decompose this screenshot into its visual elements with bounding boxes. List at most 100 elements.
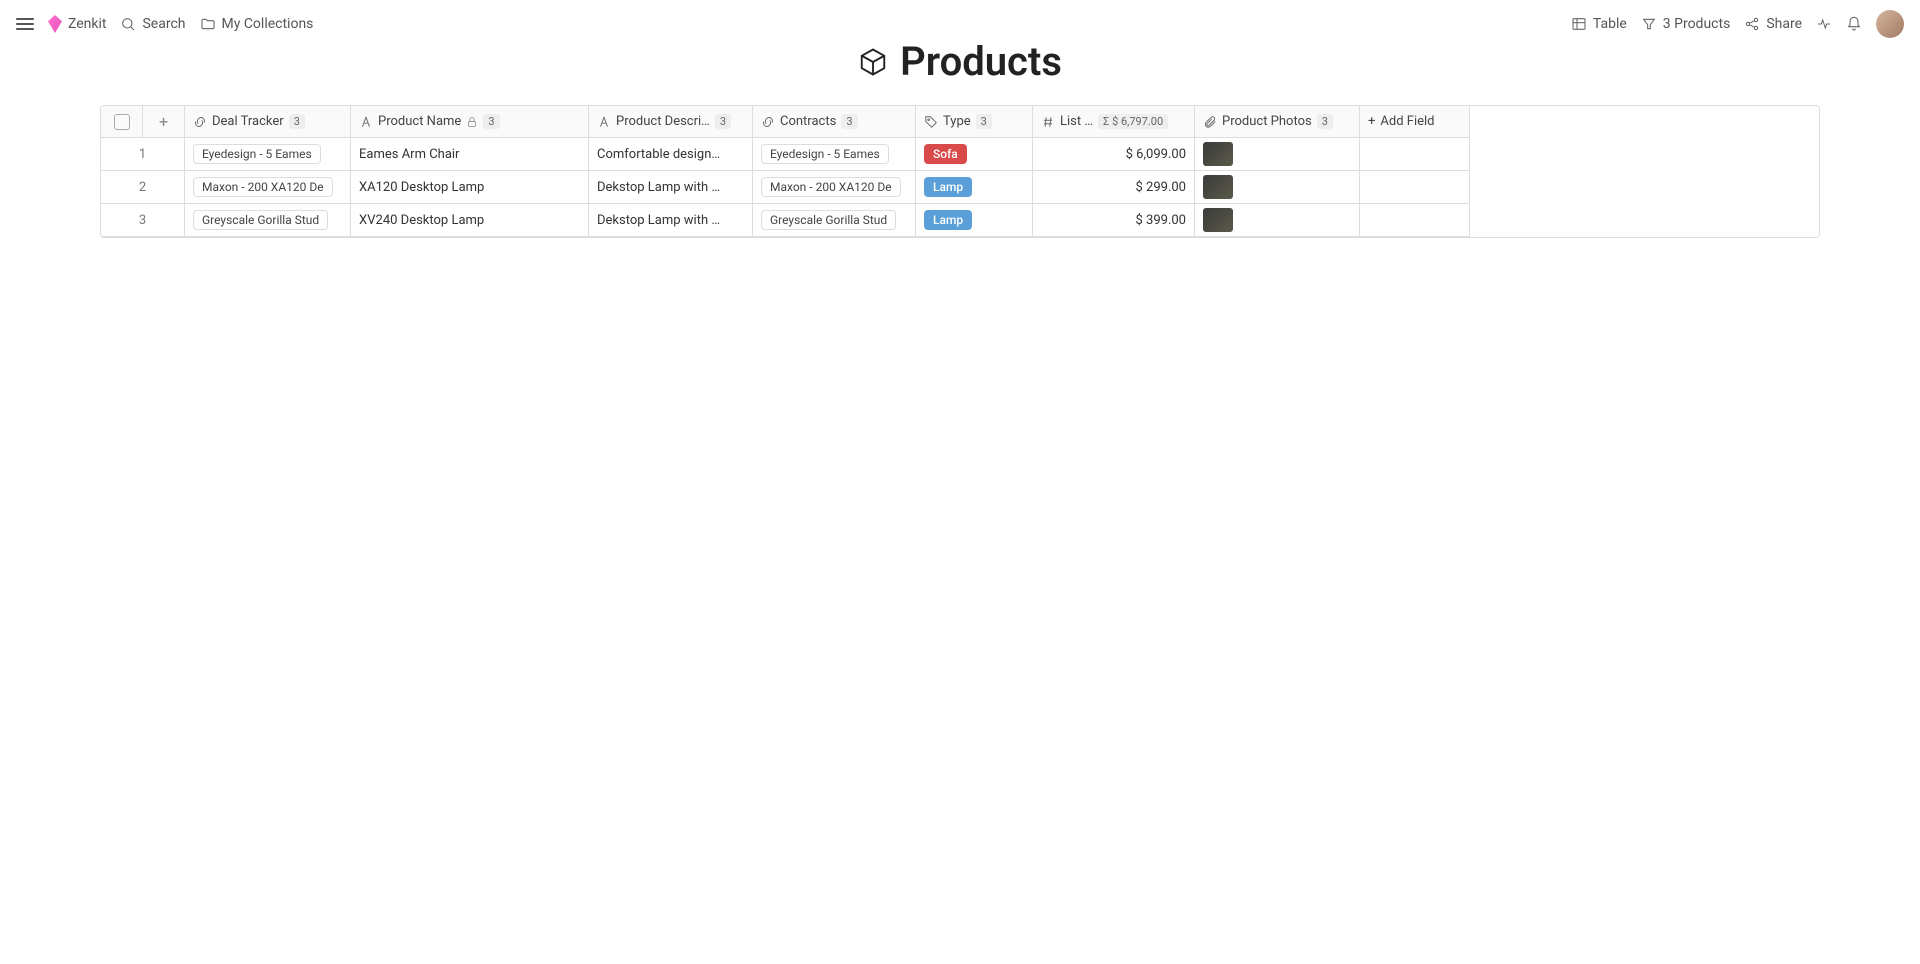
cell-type[interactable]: Sofa [916, 138, 1033, 171]
deal-tracker-chip[interactable]: Eyedesign - 5 Eames [193, 144, 321, 164]
header-deal-tracker[interactable]: Deal Tracker 3 [185, 106, 351, 138]
count-badge: 3 [1317, 114, 1333, 129]
type-tag[interactable]: Sofa [924, 144, 967, 164]
app-brand[interactable]: Zenkit [48, 15, 106, 33]
table-icon [1571, 16, 1587, 32]
sum-badge: Σ $ 6,797.00 [1098, 114, 1168, 129]
cell-product-name[interactable]: XA120 Desktop Lamp [351, 171, 589, 204]
header-add-field[interactable]: + Add Field [1360, 106, 1470, 138]
count-badge: 3 [715, 114, 731, 129]
type-tag[interactable]: Lamp [924, 210, 972, 230]
share-label: Share [1766, 16, 1802, 32]
link-icon [193, 115, 207, 129]
plus-icon: + [1368, 114, 1375, 129]
bell-icon [1846, 16, 1862, 32]
cell-product-photos[interactable] [1195, 171, 1360, 204]
cell-deal-tracker[interactable]: Eyedesign - 5 Eames [185, 138, 351, 171]
header-label: Contracts [780, 114, 836, 129]
header-product-description[interactable]: Product Descri… 3 [589, 106, 753, 138]
cube-icon [858, 47, 888, 77]
cell-list-price[interactable]: $ 399.00 [1033, 204, 1195, 237]
plus-icon: + [151, 112, 176, 131]
cell-product-photos[interactable] [1195, 138, 1360, 171]
text-icon [359, 115, 373, 129]
cell-contracts[interactable]: Eyedesign - 5 Eames [753, 138, 916, 171]
header-type[interactable]: Type 3 [916, 106, 1033, 138]
header-product-name[interactable]: Product Name 3 [351, 106, 589, 138]
cell-empty[interactable] [1360, 138, 1470, 171]
cell-list-price[interactable]: $ 299.00 [1033, 171, 1195, 204]
photo-thumbnail[interactable] [1203, 175, 1233, 199]
header-label: Product Descri… [616, 114, 710, 129]
avatar[interactable] [1876, 10, 1904, 38]
attachment-icon [1203, 115, 1217, 129]
hash-icon [1041, 115, 1055, 129]
photo-thumbnail[interactable] [1203, 208, 1233, 232]
logo-icon [48, 15, 62, 33]
view-switcher[interactable]: Table [1571, 16, 1627, 32]
cell-product-description[interactable]: Dekstop Lamp with … [589, 204, 753, 237]
filter-icon [1641, 16, 1657, 32]
my-collections-label: My Collections [222, 16, 314, 32]
contract-chip[interactable]: Eyedesign - 5 Eames [761, 144, 889, 164]
count-badge: 3 [976, 114, 992, 129]
activity-button[interactable] [1816, 16, 1832, 32]
header-contracts[interactable]: Contracts 3 [753, 106, 916, 138]
deal-tracker-chip[interactable]: Greyscale Gorilla Stud [193, 210, 328, 230]
notifications-button[interactable] [1846, 16, 1862, 32]
count-badge: 3 [841, 114, 857, 129]
search-button[interactable]: Search [120, 16, 185, 32]
row-number[interactable]: 3 [101, 204, 185, 237]
filter-button[interactable]: 3 Products [1641, 16, 1731, 32]
cell-product-description[interactable]: Dekstop Lamp with … [589, 171, 753, 204]
row-number[interactable]: 2 [101, 171, 185, 204]
cell-contracts[interactable]: Maxon - 200 XA120 De [753, 171, 916, 204]
cell-list-price[interactable]: $ 6,099.00 [1033, 138, 1195, 171]
menu-icon[interactable] [16, 18, 34, 30]
count-badge: 3 [483, 114, 499, 129]
page-title: Products [900, 38, 1062, 85]
photo-thumbnail[interactable] [1203, 142, 1233, 166]
search-icon [120, 16, 136, 32]
header-select-all[interactable] [101, 106, 143, 138]
header-label: Product Name [378, 114, 461, 129]
cell-product-name[interactable]: Eames Arm Chair [351, 138, 589, 171]
cell-product-name[interactable]: XV240 Desktop Lamp [351, 204, 589, 237]
contract-chip[interactable]: Greyscale Gorilla Stud [761, 210, 896, 230]
folder-icon [200, 16, 216, 32]
tag-icon [924, 115, 938, 129]
lock-icon [466, 116, 478, 128]
share-icon [1744, 16, 1760, 32]
page-title-area: Products [0, 38, 1920, 85]
row-number[interactable]: 1 [101, 138, 185, 171]
share-button[interactable]: Share [1744, 16, 1802, 32]
cell-empty[interactable] [1360, 204, 1470, 237]
cell-deal-tracker[interactable]: Maxon - 200 XA120 De [185, 171, 351, 204]
table: + Deal Tracker 3 Product Name 3 Product … [100, 105, 1820, 238]
my-collections-button[interactable]: My Collections [200, 16, 314, 32]
count-badge: 3 [289, 114, 305, 129]
deal-tracker-chip[interactable]: Maxon - 200 XA120 De [193, 177, 333, 197]
search-label: Search [142, 16, 185, 32]
filter-label: 3 Products [1663, 16, 1731, 32]
select-all-checkbox[interactable] [114, 114, 130, 130]
cell-deal-tracker[interactable]: Greyscale Gorilla Stud [185, 204, 351, 237]
header-product-photos[interactable]: Product Photos 3 [1195, 106, 1360, 138]
header-list-price[interactable]: List … Σ $ 6,797.00 [1033, 106, 1195, 138]
cell-empty[interactable] [1360, 171, 1470, 204]
app-name: Zenkit [68, 16, 106, 32]
topbar-left: Zenkit Search My Collections [16, 15, 313, 33]
cell-product-photos[interactable] [1195, 204, 1360, 237]
cell-product-description[interactable]: Comfortable design… [589, 138, 753, 171]
cell-type[interactable]: Lamp [916, 204, 1033, 237]
text-icon [597, 115, 611, 129]
cell-contracts[interactable]: Greyscale Gorilla Stud [753, 204, 916, 237]
activity-icon [1816, 16, 1832, 32]
header-label: List … [1060, 114, 1093, 129]
contract-chip[interactable]: Maxon - 200 XA120 De [761, 177, 901, 197]
header-label: Product Photos [1222, 114, 1312, 129]
type-tag[interactable]: Lamp [924, 177, 972, 197]
cell-type[interactable]: Lamp [916, 171, 1033, 204]
header-add-row[interactable]: + [143, 106, 185, 138]
table-grid: + Deal Tracker 3 Product Name 3 Product … [101, 106, 1819, 237]
